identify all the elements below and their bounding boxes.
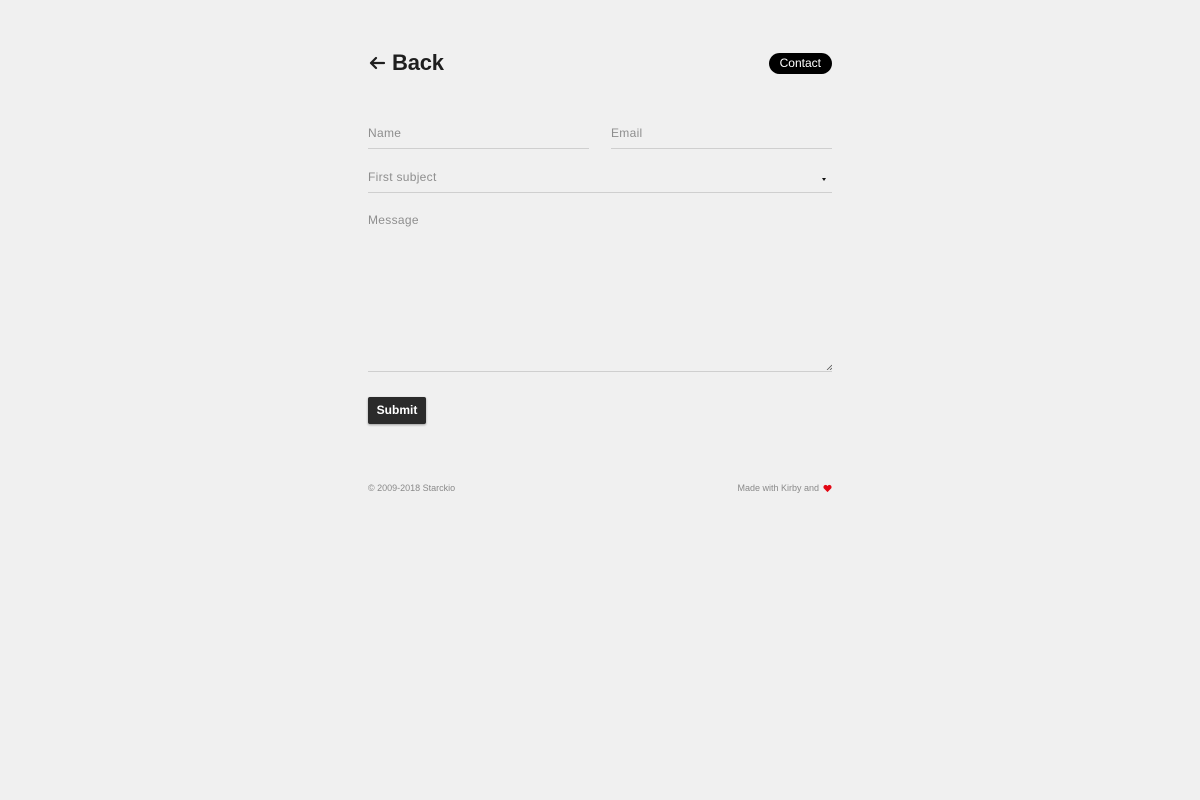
name-field[interactable]: Name xyxy=(368,126,589,149)
subject-select[interactable]: First subject xyxy=(368,170,832,193)
arrow-left-icon xyxy=(369,56,386,70)
email-field[interactable]: Email xyxy=(611,126,832,149)
made-with: Made with Kirby and xyxy=(737,483,832,493)
copyright-text: © 2009-2018 Starckio xyxy=(368,483,456,493)
subject-selected-value: First subject xyxy=(368,170,437,184)
back-link[interactable]: Back xyxy=(368,50,444,76)
submit-button[interactable]: Submit xyxy=(368,397,426,424)
page-header: Back Contact xyxy=(368,48,832,80)
chevron-down-icon xyxy=(822,178,826,181)
email-placeholder: Email xyxy=(611,126,643,140)
resize-grip-icon[interactable] xyxy=(826,364,832,370)
made-with-text: Made with Kirby and xyxy=(737,483,819,493)
contact-button[interactable]: Contact xyxy=(768,53,832,74)
footer: © 2009-2018 Starckio Made with Kirby and xyxy=(368,483,832,497)
message-textarea[interactable]: Message xyxy=(368,213,832,372)
heart-icon xyxy=(823,484,832,492)
name-placeholder: Name xyxy=(368,126,402,140)
message-placeholder: Message xyxy=(368,213,419,227)
back-label: Back xyxy=(392,50,444,75)
